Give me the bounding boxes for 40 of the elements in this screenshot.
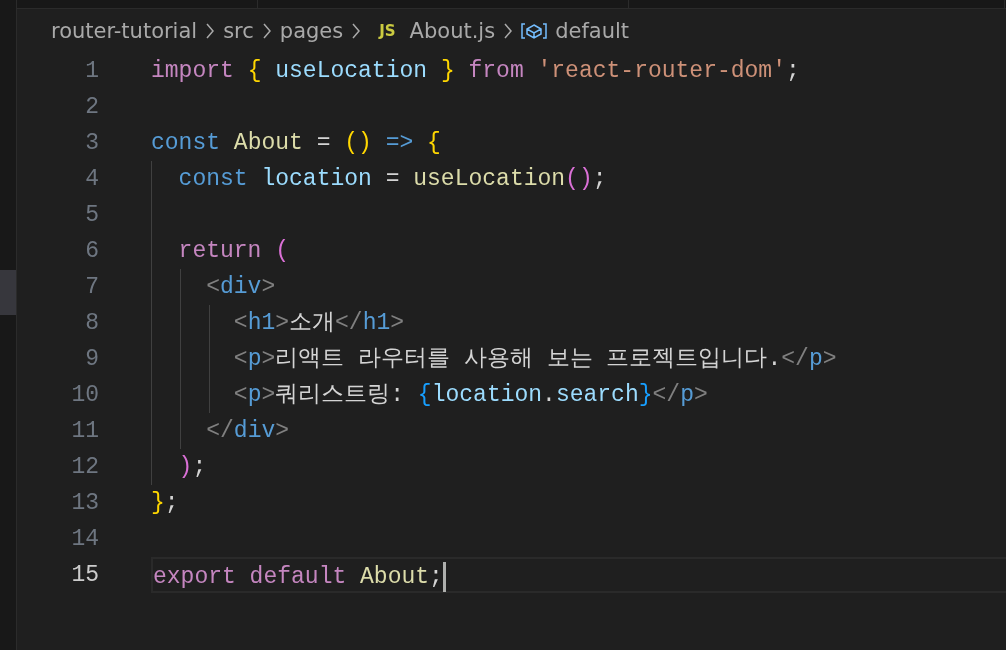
line-number: 9 bbox=[84, 346, 99, 372]
line-number: 7 bbox=[84, 274, 99, 300]
code-line: }; bbox=[151, 490, 179, 516]
line-number: 8 bbox=[84, 310, 99, 336]
code-line: ); bbox=[177, 454, 207, 480]
chevron-icon bbox=[503, 23, 514, 39]
chevron-icon bbox=[351, 23, 362, 39]
chevron-icon bbox=[261, 23, 272, 39]
text-cursor bbox=[442, 561, 446, 592]
symbol-icon bbox=[521, 22, 548, 40]
code-line: <p>쿼리스트링: {location.search}</p> bbox=[232, 382, 708, 408]
js-file-icon: JS bbox=[379, 22, 396, 40]
line-number: 10 bbox=[70, 382, 99, 408]
chevron-icon bbox=[205, 23, 216, 39]
breadcrumb-item[interactable]: src bbox=[223, 19, 254, 43]
breadcrumb-item[interactable]: router-tutorial bbox=[51, 19, 198, 43]
code-line: </div> bbox=[205, 418, 290, 444]
line-number: 5 bbox=[84, 202, 99, 228]
code-line: export default About; bbox=[153, 564, 443, 590]
line-number: 14 bbox=[70, 526, 99, 552]
line-number: 13 bbox=[70, 490, 99, 516]
line-number: 2 bbox=[84, 94, 99, 120]
line-number: 12 bbox=[70, 454, 99, 480]
code-line: <h1>소개</h1> bbox=[232, 310, 405, 336]
line-number: 15 bbox=[70, 562, 99, 588]
line-number: 1 bbox=[84, 58, 99, 84]
breadcrumb-item[interactable]: default bbox=[555, 19, 630, 43]
scrollbar-thumb[interactable] bbox=[0, 270, 16, 315]
code-line: import { useLocation } from 'react-router-dom'; bbox=[151, 58, 800, 84]
code-line: <div> bbox=[205, 274, 276, 300]
code-line: const About = () => { bbox=[151, 130, 441, 156]
line-number: 4 bbox=[84, 166, 99, 192]
breadcrumb-item[interactable]: About.js bbox=[409, 19, 496, 43]
code-line: <p>리액트 라우터를 사용해 보는 프로젝트입니다.</p> bbox=[232, 346, 837, 372]
code-line: const location = useLocation(); bbox=[177, 166, 607, 192]
breadcrumb-item[interactable]: pages bbox=[279, 19, 344, 43]
line-number: 11 bbox=[70, 418, 99, 444]
line-number: 6 bbox=[84, 238, 99, 264]
code-line: return ( bbox=[177, 238, 290, 264]
line-number: 3 bbox=[84, 130, 99, 156]
